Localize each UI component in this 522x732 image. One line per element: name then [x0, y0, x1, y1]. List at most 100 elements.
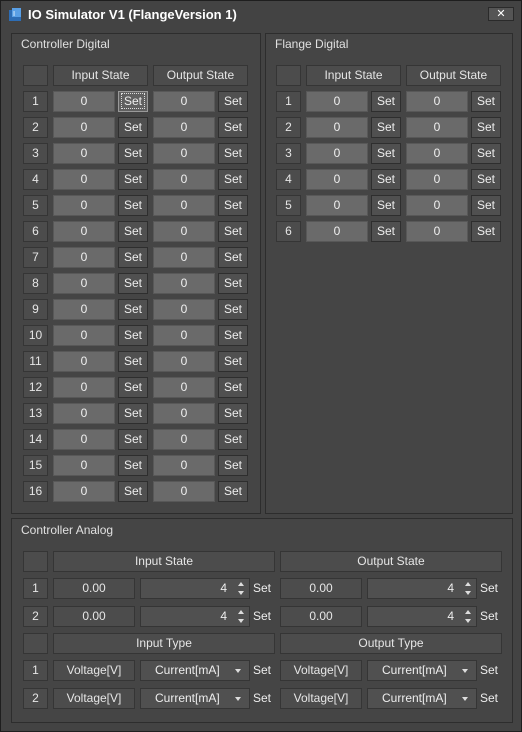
flange-digital-input-value[interactable]: 0	[306, 221, 368, 242]
controller-digital-output-set-button[interactable]: Set	[218, 169, 248, 190]
analog-input-set-button[interactable]: Set	[253, 606, 271, 627]
chevron-down-icon[interactable]	[462, 669, 468, 673]
controller-digital-input-set-button[interactable]: Set	[118, 273, 148, 294]
flange-digital-output-set-button[interactable]: Set	[471, 221, 501, 242]
controller-digital-output-value[interactable]: 0	[153, 117, 215, 138]
controller-digital-output-set-button[interactable]: Set	[218, 117, 248, 138]
controller-digital-input-set-button[interactable]: Set	[118, 91, 148, 112]
controller-digital-input-set-button[interactable]: Set	[118, 403, 148, 424]
controller-digital-input-value[interactable]: 0	[53, 169, 115, 190]
controller-digital-output-set-button[interactable]: Set	[218, 221, 248, 242]
controller-digital-input-set-button[interactable]: Set	[118, 117, 148, 138]
spin-arrows-icon[interactable]	[237, 608, 245, 625]
controller-digital-input-set-button[interactable]: Set	[118, 195, 148, 216]
controller-digital-output-set-button[interactable]: Set	[218, 455, 248, 476]
flange-digital-output-set-button[interactable]: Set	[471, 195, 501, 216]
controller-digital-input-value[interactable]: 0	[53, 377, 115, 398]
controller-digital-output-value[interactable]: 0	[153, 91, 215, 112]
controller-digital-input-set-button[interactable]: Set	[118, 221, 148, 242]
flange-digital-input-set-button[interactable]: Set	[371, 195, 401, 216]
analog-input-type-set-button[interactable]: Set	[253, 660, 271, 681]
controller-digital-input-value[interactable]: 0	[53, 325, 115, 346]
flange-digital-input-value[interactable]: 0	[306, 143, 368, 164]
chevron-down-icon[interactable]	[235, 697, 241, 701]
controller-digital-input-set-button[interactable]: Set	[118, 143, 148, 164]
controller-digital-input-set-button[interactable]: Set	[118, 169, 148, 190]
controller-digital-input-value[interactable]: 0	[53, 117, 115, 138]
controller-digital-input-value[interactable]: 0	[53, 91, 115, 112]
controller-digital-output-value[interactable]: 0	[153, 403, 215, 424]
flange-digital-output-value[interactable]: 0	[406, 91, 468, 112]
analog-input-type-dropdown[interactable]: Current[mA]	[140, 660, 250, 681]
controller-digital-output-set-button[interactable]: Set	[218, 143, 248, 164]
analog-input-spinbox[interactable]: 4	[140, 578, 250, 599]
controller-digital-input-value[interactable]: 0	[53, 247, 115, 268]
controller-digital-output-set-button[interactable]: Set	[218, 403, 248, 424]
controller-digital-output-set-button[interactable]: Set	[218, 247, 248, 268]
spin-arrows-icon[interactable]	[464, 580, 472, 597]
controller-digital-input-set-button[interactable]: Set	[118, 325, 148, 346]
controller-digital-input-value[interactable]: 0	[53, 195, 115, 216]
controller-digital-input-set-button[interactable]: Set	[118, 377, 148, 398]
flange-digital-output-set-button[interactable]: Set	[471, 117, 501, 138]
flange-digital-input-value[interactable]: 0	[306, 117, 368, 138]
analog-output-type-dropdown[interactable]: Current[mA]	[367, 660, 477, 681]
spin-arrows-icon[interactable]	[464, 608, 472, 625]
analog-input-spinbox[interactable]: 4	[140, 606, 250, 627]
controller-digital-input-set-button[interactable]: Set	[118, 247, 148, 268]
chevron-down-icon[interactable]	[235, 669, 241, 673]
controller-digital-input-value[interactable]: 0	[53, 403, 115, 424]
analog-output-set-button[interactable]: Set	[480, 578, 498, 599]
controller-digital-output-value[interactable]: 0	[153, 143, 215, 164]
flange-digital-input-value[interactable]: 0	[306, 169, 368, 190]
analog-output-type-set-button[interactable]: Set	[480, 688, 498, 709]
analog-output-spinbox[interactable]: 4	[367, 578, 477, 599]
spin-arrows-icon[interactable]	[237, 580, 245, 597]
flange-digital-input-value[interactable]: 0	[306, 91, 368, 112]
controller-digital-output-value[interactable]: 0	[153, 429, 215, 450]
analog-input-type-dropdown[interactable]: Current[mA]	[140, 688, 250, 709]
controller-digital-input-value[interactable]: 0	[53, 429, 115, 450]
controller-digital-output-set-button[interactable]: Set	[218, 325, 248, 346]
controller-digital-input-value[interactable]: 0	[53, 481, 115, 502]
controller-digital-input-set-button[interactable]: Set	[118, 351, 148, 372]
controller-digital-output-value[interactable]: 0	[153, 195, 215, 216]
flange-digital-output-set-button[interactable]: Set	[471, 91, 501, 112]
controller-digital-output-value[interactable]: 0	[153, 221, 215, 242]
controller-digital-input-value[interactable]: 0	[53, 351, 115, 372]
flange-digital-output-value[interactable]: 0	[406, 221, 468, 242]
controller-digital-input-value[interactable]: 0	[53, 143, 115, 164]
controller-digital-output-set-button[interactable]: Set	[218, 273, 248, 294]
flange-digital-input-set-button[interactable]: Set	[371, 221, 401, 242]
flange-digital-output-set-button[interactable]: Set	[471, 143, 501, 164]
controller-digital-output-set-button[interactable]: Set	[218, 481, 248, 502]
flange-digital-output-set-button[interactable]: Set	[471, 169, 501, 190]
flange-digital-input-set-button[interactable]: Set	[371, 143, 401, 164]
close-button[interactable]: ✕	[488, 7, 514, 21]
chevron-down-icon[interactable]	[462, 697, 468, 701]
controller-digital-input-value[interactable]: 0	[53, 273, 115, 294]
controller-digital-output-value[interactable]: 0	[153, 299, 215, 320]
controller-digital-input-set-button[interactable]: Set	[118, 429, 148, 450]
analog-input-set-button[interactable]: Set	[253, 578, 271, 599]
controller-digital-output-value[interactable]: 0	[153, 455, 215, 476]
controller-digital-output-value[interactable]: 0	[153, 377, 215, 398]
controller-digital-input-set-button[interactable]: Set	[118, 299, 148, 320]
controller-digital-output-value[interactable]: 0	[153, 247, 215, 268]
analog-input-type-set-button[interactable]: Set	[253, 688, 271, 709]
flange-digital-output-value[interactable]: 0	[406, 117, 468, 138]
flange-digital-output-value[interactable]: 0	[406, 195, 468, 216]
controller-digital-output-value[interactable]: 0	[153, 351, 215, 372]
analog-output-type-set-button[interactable]: Set	[480, 660, 498, 681]
analog-output-spinbox[interactable]: 4	[367, 606, 477, 627]
controller-digital-output-set-button[interactable]: Set	[218, 195, 248, 216]
flange-digital-output-value[interactable]: 0	[406, 143, 468, 164]
controller-digital-input-value[interactable]: 0	[53, 221, 115, 242]
controller-digital-output-value[interactable]: 0	[153, 273, 215, 294]
controller-digital-output-set-button[interactable]: Set	[218, 91, 248, 112]
controller-digital-output-value[interactable]: 0	[153, 481, 215, 502]
controller-digital-input-set-button[interactable]: Set	[118, 481, 148, 502]
controller-digital-input-value[interactable]: 0	[53, 455, 115, 476]
flange-digital-input-set-button[interactable]: Set	[371, 117, 401, 138]
controller-digital-output-value[interactable]: 0	[153, 325, 215, 346]
